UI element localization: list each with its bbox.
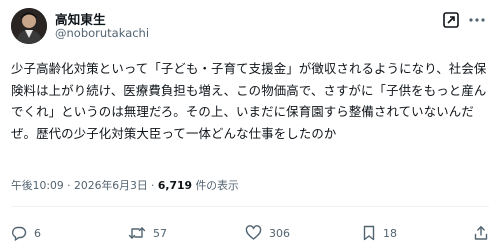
- like-count: 306: [269, 226, 290, 240]
- share-icon: [474, 226, 488, 240]
- reply-button[interactable]: 6: [11, 224, 41, 242]
- bookmark-count: 18: [383, 226, 397, 240]
- post-time[interactable]: 午後10:09 · 2026年6月3日 ·: [11, 179, 158, 192]
- bookmark-icon: [363, 225, 375, 241]
- views-count: 6,719: [157, 179, 193, 192]
- reply-icon: [12, 226, 27, 241]
- author-handle[interactable]: @noborutakachi: [55, 26, 149, 40]
- avatar[interactable]: [11, 8, 47, 44]
- like-button[interactable]: 306: [245, 224, 290, 242]
- views-label: 件の表示: [192, 179, 239, 192]
- reply-count: 6: [34, 226, 41, 240]
- repost-count: 57: [153, 226, 167, 240]
- repost-button[interactable]: 57: [128, 224, 167, 242]
- post-meta: 午後10:09 · 2026年6月3日 · 6,719 件の表示: [11, 177, 239, 193]
- post-text: 少子高齢化対策といって「子ども・子育て支援金」が徴収されるようになり、社会保険料…: [11, 61, 487, 141]
- divider: [11, 206, 489, 207]
- repost-icon: [128, 227, 146, 239]
- bookmark-button[interactable]: 18: [362, 224, 397, 242]
- more-icon[interactable]: [466, 12, 488, 28]
- grok-icon[interactable]: [442, 11, 460, 29]
- heart-icon: [245, 225, 262, 240]
- post: 高知東生 @noborutakachi 少子高齢化対策といって「子ども・子育て支…: [0, 0, 500, 246]
- share-button[interactable]: [473, 224, 496, 242]
